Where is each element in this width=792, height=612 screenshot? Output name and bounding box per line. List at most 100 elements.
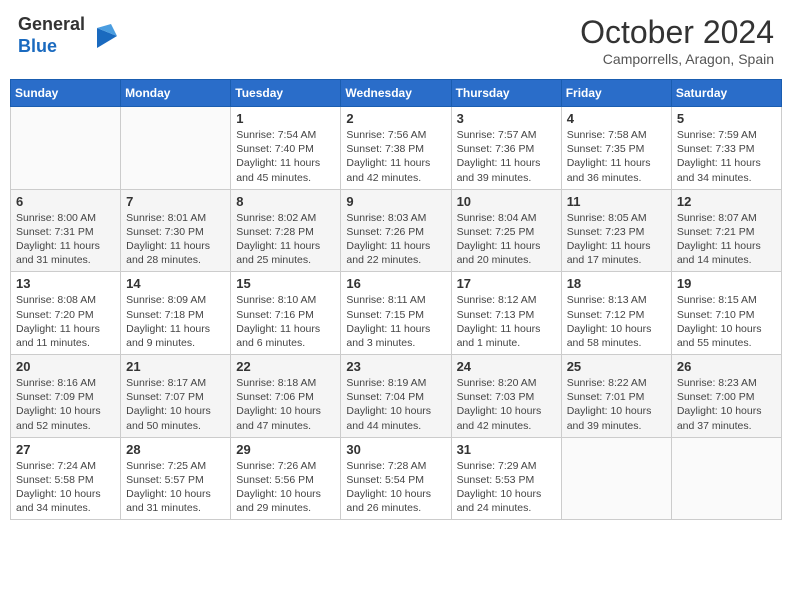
calendar-table: SundayMondayTuesdayWednesdayThursdayFrid… — [10, 79, 782, 520]
day-info: Sunrise: 8:17 AMSunset: 7:07 PMDaylight:… — [126, 376, 225, 433]
day-info: Sunrise: 8:22 AMSunset: 7:01 PMDaylight:… — [567, 376, 666, 433]
day-info: Sunrise: 8:23 AMSunset: 7:00 PMDaylight:… — [677, 376, 776, 433]
calendar-cell: 23 Sunrise: 8:19 AMSunset: 7:04 PMDayligh… — [341, 355, 451, 438]
day-info: Sunrise: 7:57 AMSunset: 7:36 PMDaylight:… — [457, 128, 556, 185]
day-info: Sunrise: 7:26 AMSunset: 5:56 PMDaylight:… — [236, 459, 335, 516]
day-info: Sunrise: 8:16 AMSunset: 7:09 PMDaylight:… — [16, 376, 115, 433]
calendar-cell: 8 Sunrise: 8:02 AMSunset: 7:28 PMDaylight… — [231, 189, 341, 272]
weekday-header-friday: Friday — [561, 80, 671, 107]
day-number: 22 — [236, 359, 335, 374]
day-info: Sunrise: 8:07 AMSunset: 7:21 PMDaylight:… — [677, 211, 776, 268]
day-number: 26 — [677, 359, 776, 374]
calendar-cell: 26 Sunrise: 8:23 AMSunset: 7:00 PMDayligh… — [671, 355, 781, 438]
day-info: Sunrise: 8:12 AMSunset: 7:13 PMDaylight:… — [457, 293, 556, 350]
calendar-cell: 15Sunrise: 8:10 AMSunset: 7:16 PMDayligh… — [231, 272, 341, 355]
calendar-cell: 22 Sunrise: 8:18 AMSunset: 7:06 PMDayligh… — [231, 355, 341, 438]
day-info: Sunrise: 8:10 AMSunset: 7:16 PMDaylight:… — [236, 293, 335, 350]
day-number: 8 — [236, 194, 335, 209]
day-info: Sunrise: 8:05 AMSunset: 7:23 PMDaylight:… — [567, 211, 666, 268]
location-subtitle: Camporrells, Aragon, Spain — [580, 51, 774, 67]
day-number: 31 — [457, 442, 556, 457]
day-info: Sunrise: 7:24 AMSunset: 5:58 PMDaylight:… — [16, 459, 115, 516]
weekday-header-thursday: Thursday — [451, 80, 561, 107]
page-header: General Blue October 2024 Camporrells, A… — [10, 10, 782, 71]
day-info: Sunrise: 8:04 AMSunset: 7:25 PMDaylight:… — [457, 211, 556, 268]
weekday-header-wednesday: Wednesday — [341, 80, 451, 107]
calendar-body: 1Sunrise: 7:54 AMSunset: 7:40 PMDaylight… — [11, 107, 782, 520]
calendar-cell — [121, 107, 231, 190]
day-info: Sunrise: 7:29 AMSunset: 5:53 PMDaylight:… — [457, 459, 556, 516]
calendar-cell: 27 Sunrise: 7:24 AMSunset: 5:58 PMDayligh… — [11, 437, 121, 520]
calendar-cell: 24Sunrise: 8:20 AMSunset: 7:03 PMDayligh… — [451, 355, 561, 438]
calendar-cell: 19Sunrise: 8:15 AMSunset: 7:10 PMDayligh… — [671, 272, 781, 355]
calendar-cell: 14 Sunrise: 8:09 AMSunset: 7:18 PMDayligh… — [121, 272, 231, 355]
calendar-cell: 5 Sunrise: 7:59 AMSunset: 7:33 PMDaylight… — [671, 107, 781, 190]
calendar-cell: 3 Sunrise: 7:57 AMSunset: 7:36 PMDaylight… — [451, 107, 561, 190]
calendar-cell: 2Sunrise: 7:56 AMSunset: 7:38 PMDaylight… — [341, 107, 451, 190]
calendar-week-row: 6 Sunrise: 8:00 AMSunset: 7:31 PMDaylight… — [11, 189, 782, 272]
calendar-cell: 20 Sunrise: 8:16 AMSunset: 7:09 PMDayligh… — [11, 355, 121, 438]
day-info: Sunrise: 7:58 AMSunset: 7:35 PMDaylight:… — [567, 128, 666, 185]
calendar-cell — [671, 437, 781, 520]
calendar-cell: 16Sunrise: 8:11 AMSunset: 7:15 PMDayligh… — [341, 272, 451, 355]
day-number: 30 — [346, 442, 445, 457]
day-number: 21 — [126, 359, 225, 374]
logo-icon — [89, 20, 121, 52]
day-info: Sunrise: 8:18 AMSunset: 7:06 PMDaylight:… — [236, 376, 335, 433]
calendar-cell: 28Sunrise: 7:25 AMSunset: 5:57 PMDayligh… — [121, 437, 231, 520]
weekday-header-row: SundayMondayTuesdayWednesdayThursdayFrid… — [11, 80, 782, 107]
weekday-header-monday: Monday — [121, 80, 231, 107]
weekday-header-sunday: Sunday — [11, 80, 121, 107]
day-info: Sunrise: 8:11 AMSunset: 7:15 PMDaylight:… — [346, 293, 445, 350]
day-info: Sunrise: 8:19 AMSunset: 7:04 PMDaylight:… — [346, 376, 445, 433]
day-number: 29 — [236, 442, 335, 457]
calendar-cell: 17 Sunrise: 8:12 AMSunset: 7:13 PMDayligh… — [451, 272, 561, 355]
day-info: Sunrise: 8:03 AMSunset: 7:26 PMDaylight:… — [346, 211, 445, 268]
day-number: 19 — [677, 276, 776, 291]
calendar-cell: 9 Sunrise: 8:03 AMSunset: 7:26 PMDaylight… — [341, 189, 451, 272]
day-number: 13 — [16, 276, 115, 291]
logo-text: General Blue — [18, 14, 85, 57]
calendar-cell: 30Sunrise: 7:28 AMSunset: 5:54 PMDayligh… — [341, 437, 451, 520]
calendar-cell: 7 Sunrise: 8:01 AMSunset: 7:30 PMDaylight… — [121, 189, 231, 272]
day-number: 18 — [567, 276, 666, 291]
day-number: 6 — [16, 194, 115, 209]
day-info: Sunrise: 8:01 AMSunset: 7:30 PMDaylight:… — [126, 211, 225, 268]
day-info: Sunrise: 7:59 AMSunset: 7:33 PMDaylight:… — [677, 128, 776, 185]
weekday-header-saturday: Saturday — [671, 80, 781, 107]
calendar-cell: 21 Sunrise: 8:17 AMSunset: 7:07 PMDayligh… — [121, 355, 231, 438]
calendar-cell: 18Sunrise: 8:13 AMSunset: 7:12 PMDayligh… — [561, 272, 671, 355]
day-number: 7 — [126, 194, 225, 209]
day-number: 9 — [346, 194, 445, 209]
day-number: 3 — [457, 111, 556, 126]
logo: General Blue — [18, 14, 121, 57]
calendar-cell: 11 Sunrise: 8:05 AMSunset: 7:23 PMDayligh… — [561, 189, 671, 272]
day-info: Sunrise: 8:00 AMSunset: 7:31 PMDaylight:… — [16, 211, 115, 268]
calendar-cell: 29 Sunrise: 7:26 AMSunset: 5:56 PMDayligh… — [231, 437, 341, 520]
calendar-week-row: 27 Sunrise: 7:24 AMSunset: 5:58 PMDayligh… — [11, 437, 782, 520]
day-number: 27 — [16, 442, 115, 457]
calendar-cell: 13 Sunrise: 8:08 AMSunset: 7:20 PMDayligh… — [11, 272, 121, 355]
day-number: 14 — [126, 276, 225, 291]
day-info: Sunrise: 8:09 AMSunset: 7:18 PMDaylight:… — [126, 293, 225, 350]
calendar-week-row: 1Sunrise: 7:54 AMSunset: 7:40 PMDaylight… — [11, 107, 782, 190]
day-number: 11 — [567, 194, 666, 209]
calendar-header: SundayMondayTuesdayWednesdayThursdayFrid… — [11, 80, 782, 107]
day-number: 10 — [457, 194, 556, 209]
day-number: 5 — [677, 111, 776, 126]
day-info: Sunrise: 8:08 AMSunset: 7:20 PMDaylight:… — [16, 293, 115, 350]
calendar-cell: 12Sunrise: 8:07 AMSunset: 7:21 PMDayligh… — [671, 189, 781, 272]
day-number: 4 — [567, 111, 666, 126]
day-number: 28 — [126, 442, 225, 457]
calendar-cell — [561, 437, 671, 520]
day-number: 20 — [16, 359, 115, 374]
calendar-cell: 4 Sunrise: 7:58 AMSunset: 7:35 PMDaylight… — [561, 107, 671, 190]
day-number: 17 — [457, 276, 556, 291]
day-number: 23 — [346, 359, 445, 374]
calendar-week-row: 20 Sunrise: 8:16 AMSunset: 7:09 PMDayligh… — [11, 355, 782, 438]
day-info: Sunrise: 7:54 AMSunset: 7:40 PMDaylight:… — [236, 128, 335, 185]
title-block: October 2024 Camporrells, Aragon, Spain — [580, 14, 774, 67]
day-info: Sunrise: 8:02 AMSunset: 7:28 PMDaylight:… — [236, 211, 335, 268]
day-number: 25 — [567, 359, 666, 374]
calendar-cell: 31 Sunrise: 7:29 AMSunset: 5:53 PMDayligh… — [451, 437, 561, 520]
